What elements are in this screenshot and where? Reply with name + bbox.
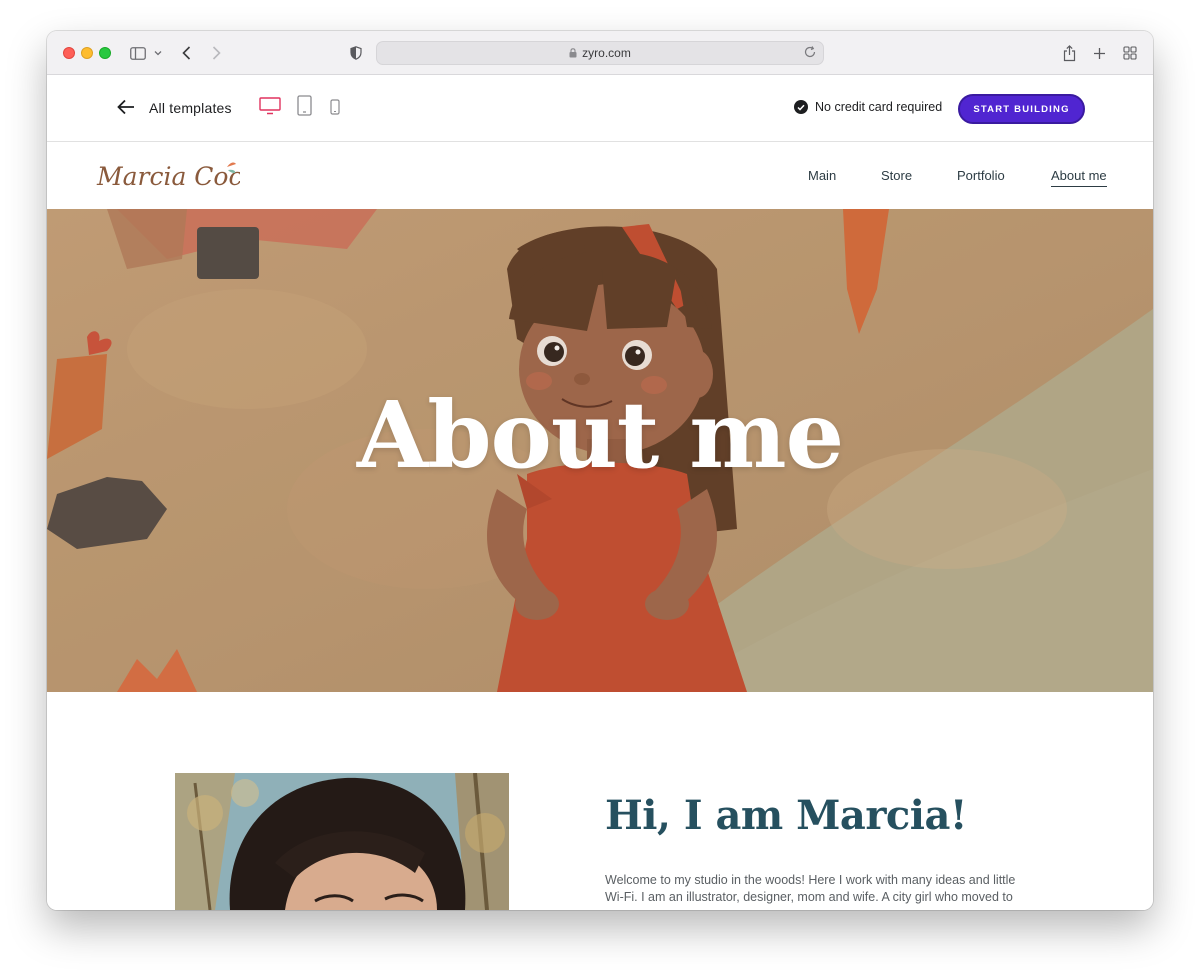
new-tab-icon[interactable]	[1091, 43, 1107, 63]
share-icon[interactable]	[1061, 43, 1077, 63]
sidebar-toggle-icon[interactable]	[129, 43, 147, 63]
lock-icon	[569, 48, 577, 58]
nav-about-me[interactable]: About me	[1051, 168, 1107, 187]
about-section: Hi, I am Marcia! Welcome to my studio in…	[47, 692, 1153, 910]
start-building-button[interactable]: START BUILDING	[958, 94, 1085, 124]
privacy-shield-icon[interactable]	[349, 43, 363, 63]
minimize-window-button[interactable]	[81, 47, 93, 59]
desktop-view-icon[interactable]	[259, 97, 281, 115]
template-preview-bar: All templates No credit card required ST…	[47, 75, 1153, 142]
nav-main[interactable]: Main	[808, 168, 836, 183]
no-credit-card-text: No credit card required	[815, 100, 943, 114]
nav-store[interactable]: Store	[881, 168, 912, 183]
hero-title: About me	[356, 381, 844, 489]
check-circle-icon	[794, 100, 808, 114]
about-heading: Hi, I am Marcia!	[605, 792, 967, 839]
reload-icon[interactable]	[803, 45, 817, 59]
no-credit-card-note: No credit card required	[794, 100, 942, 114]
hero-banner: About me	[47, 209, 1153, 692]
portrait-photo	[175, 773, 509, 910]
nav-portfolio[interactable]: Portfolio	[957, 168, 1005, 183]
browser-titlebar: zyro.com	[47, 31, 1153, 75]
logo-text: Marcia Cocco	[96, 162, 240, 191]
tab-overview-icon[interactable]	[1122, 43, 1138, 63]
mobile-view-icon[interactable]	[330, 99, 340, 115]
zoom-window-button[interactable]	[99, 47, 111, 59]
close-window-button[interactable]	[63, 47, 75, 59]
address-bar[interactable]: zyro.com	[376, 41, 824, 65]
browser-window: zyro.com All templates No credit card re…	[47, 31, 1153, 910]
arrow-left-icon[interactable]	[117, 99, 135, 115]
site-logo[interactable]: Marcia Cocco	[95, 155, 272, 200]
all-templates-link[interactable]: All templates	[149, 100, 232, 116]
about-intro-text: Welcome to my studio in the woods! Here …	[605, 873, 1016, 904]
forward-nav-icon[interactable]	[209, 43, 223, 63]
back-nav-icon[interactable]	[179, 43, 193, 63]
tablet-view-icon[interactable]	[297, 95, 312, 116]
site-header: Marcia Cocco Main Store Portfolio About …	[47, 143, 1153, 209]
url-text: zyro.com	[582, 46, 631, 60]
chevron-down-icon[interactable]	[153, 43, 163, 63]
